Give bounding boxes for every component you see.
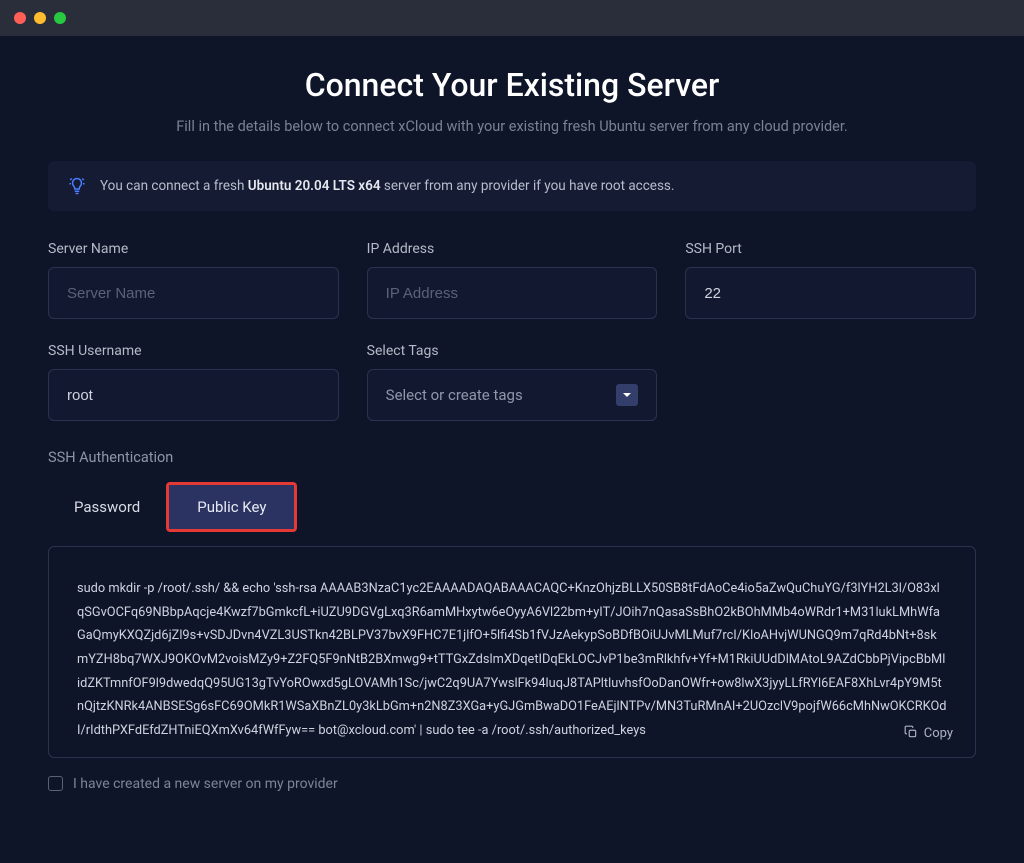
server-name-label: Server Name xyxy=(48,241,339,257)
ssh-command-text: sudo mkdir -p /root/.ssh/ && echo 'ssh-r… xyxy=(77,577,947,743)
maximize-window-icon[interactable] xyxy=(54,12,66,24)
ssh-username-input[interactable] xyxy=(48,369,339,421)
ssh-username-label: SSH Username xyxy=(48,343,339,359)
copy-icon xyxy=(904,725,918,743)
page-content: Connect Your Existing Server Fill in the… xyxy=(0,36,1024,863)
confirm-row[interactable]: I have created a new server on my provid… xyxy=(48,776,976,792)
confirm-checkbox[interactable] xyxy=(48,776,63,791)
ip-address-input[interactable] xyxy=(367,267,658,319)
lightbulb-icon xyxy=(68,177,86,195)
server-name-input[interactable] xyxy=(48,267,339,319)
tags-label: Select Tags xyxy=(367,343,658,359)
page-title: Connect Your Existing Server xyxy=(48,66,976,104)
ssh-port-label: SSH Port xyxy=(685,241,976,257)
minimize-window-icon[interactable] xyxy=(34,12,46,24)
tab-password[interactable]: Password xyxy=(48,482,166,532)
ip-address-label: IP Address xyxy=(367,241,658,257)
info-prefix: You can connect a fresh xyxy=(100,178,248,194)
tags-select[interactable]: Select or create tags xyxy=(367,369,658,421)
window-titlebar xyxy=(0,0,1024,36)
ssh-key-box: sudo mkdir -p /root/.ssh/ && echo 'ssh-r… xyxy=(48,546,976,758)
tab-public-key-highlight: Public Key xyxy=(166,482,297,532)
ssh-port-input[interactable] xyxy=(685,267,976,319)
close-window-icon[interactable] xyxy=(14,12,26,24)
copy-label: Copy xyxy=(924,726,953,741)
tags-placeholder: Select or create tags xyxy=(386,386,523,404)
tab-public-key[interactable]: Public Key xyxy=(169,485,294,529)
info-text: You can connect a fresh Ubuntu 20.04 LTS… xyxy=(100,178,674,194)
page-subtitle: Fill in the details below to connect xCl… xyxy=(48,118,976,135)
ssh-auth-tabs: Password Public Key xyxy=(48,482,976,532)
ssh-auth-label: SSH Authentication xyxy=(48,449,976,466)
copy-button[interactable]: Copy xyxy=(904,725,953,743)
chevron-down-icon xyxy=(616,384,638,406)
confirm-label: I have created a new server on my provid… xyxy=(73,776,338,792)
info-suffix: server from any provider if you have roo… xyxy=(381,178,675,194)
info-banner: You can connect a fresh Ubuntu 20.04 LTS… xyxy=(48,161,976,211)
info-bold: Ubuntu 20.04 LTS x64 xyxy=(248,178,381,194)
